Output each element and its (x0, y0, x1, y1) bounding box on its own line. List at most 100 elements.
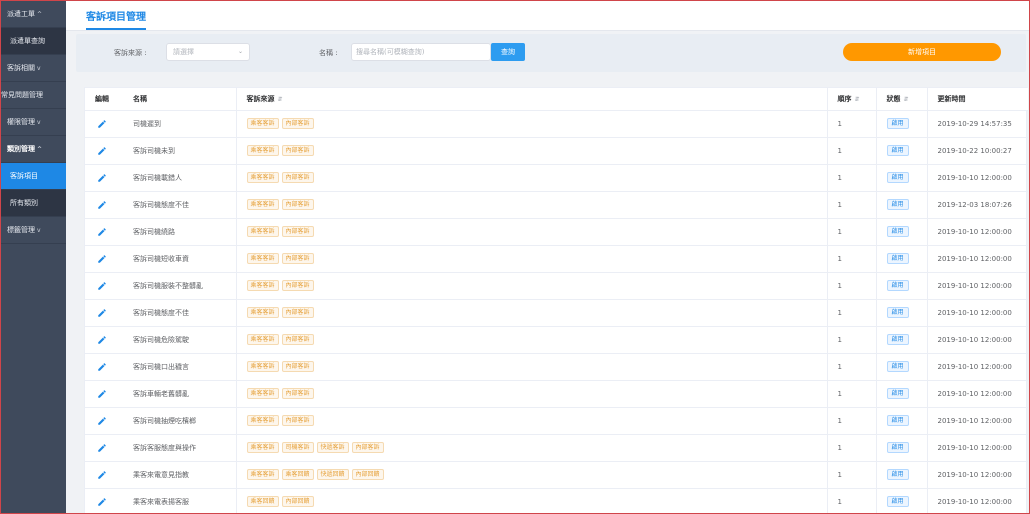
column-header-order[interactable]: 順序 ⇵ (826, 88, 876, 111)
sidebar-item-complaint-items[interactable]: 客訴項目 (1, 163, 66, 190)
name-filter-label: 名稱 : (319, 49, 338, 57)
sidebar-item-faq[interactable]: 常見問題管理 (1, 82, 66, 109)
updated-cell: 2019-12-03 18:07:26 (926, 191, 1028, 219)
source-tag: 內部客訴 (281, 253, 314, 264)
pencil-icon[interactable] (97, 362, 107, 372)
sidebar-item-label: 常見問題管理 (1, 91, 43, 99)
pencil-icon[interactable] (97, 308, 107, 318)
column-header-edit: 編輯 (85, 88, 123, 111)
edit-cell (85, 434, 123, 462)
edit-cell (85, 110, 123, 138)
name-cell: 客訴司機危險駕駛 (123, 326, 236, 354)
pencil-icon[interactable] (97, 173, 107, 183)
source-filter-label: 客訴來源 : (114, 49, 147, 57)
pencil-icon[interactable] (97, 335, 107, 345)
source-tag: 司機客訴 (281, 442, 314, 453)
status-badge: 啟用 (886, 415, 909, 426)
pencil-icon[interactable] (97, 227, 107, 237)
chevron-down-icon: v (37, 119, 41, 126)
source-tag: 快遞客訴 (316, 442, 349, 453)
name-cell: 乘客來電意見指教 (123, 461, 236, 489)
pencil-icon[interactable] (97, 119, 107, 129)
sidebar-item-all-categories[interactable]: 所有類別 (1, 190, 66, 217)
source-tag: 乘客客訴 (246, 172, 279, 183)
source-cell: 乘客客訴 乘客回饋 快遞回饋 內部回饋 (235, 461, 827, 489)
edit-cell (85, 191, 123, 219)
status-cell: 啟用 (875, 326, 927, 354)
source-select[interactable]: 請選擇 ⌄ (166, 43, 250, 61)
source-cell: 乘客客訴 內部客訴 (235, 299, 827, 327)
sidebar-item-label: 所有類別 (10, 199, 38, 207)
order-cell: 1 (826, 461, 876, 489)
status-badge: 啟用 (886, 307, 909, 318)
name-cell: 客訴司機抽煙吃檳榔 (123, 407, 236, 435)
name-cell: 客訴司機服裝不整髒亂 (123, 272, 236, 300)
pencil-icon[interactable] (97, 200, 107, 210)
source-cell: 乘客客訴 內部客訴 (235, 380, 827, 408)
edit-cell (85, 218, 123, 246)
table-row: 客訴司機危險駕駛 乘客客訴 內部客訴 1 啟用 2019-10-10 12:00:… (85, 326, 1028, 354)
sidebar-item-dispatch[interactable]: 派遣工單 ^ (1, 1, 66, 28)
source-tag: 快遞回饋 (316, 469, 349, 480)
add-item-button[interactable]: 新增項目 (843, 43, 1001, 61)
source-cell: 乘客客訴 內部客訴 (235, 326, 827, 354)
sidebar-item-permissions[interactable]: 權限管理 v (1, 109, 66, 136)
order-cell: 1 (826, 326, 876, 354)
status-badge: 啟用 (886, 388, 909, 399)
status-cell: 啟用 (875, 272, 927, 300)
order-cell: 1 (826, 164, 876, 192)
main-content: 客訴項目管理 客訴來源 : 請選擇 ⌄ 名稱 : 查詢 新增項目 編輯 (66, 1, 1029, 513)
pencil-icon[interactable] (97, 281, 107, 291)
pencil-icon[interactable] (97, 389, 107, 399)
chevron-up-icon: ^ (37, 146, 43, 153)
source-tag: 乘客回饋 (246, 496, 279, 507)
sort-icon[interactable]: ⇵ (904, 96, 909, 103)
sidebar-item-tags[interactable]: 標籤管理 v (1, 217, 66, 244)
status-badge: 啟用 (886, 145, 909, 156)
sidebar-item-complaints[interactable]: 客訴相關 v (1, 55, 66, 82)
source-tag: 內部客訴 (281, 145, 314, 156)
name-cell: 客訴司機短收車資 (123, 245, 236, 273)
source-tag: 乘客客訴 (246, 280, 279, 291)
updated-cell: 2019-10-10 12:00:00 (926, 407, 1028, 435)
search-button[interactable]: 查詢 (491, 43, 525, 61)
source-tag: 內部客訴 (281, 307, 314, 318)
pencil-icon[interactable] (97, 254, 107, 264)
name-cell: 客訴司機口出穢言 (123, 353, 236, 381)
source-tag: 內部客訴 (281, 361, 314, 372)
pencil-icon[interactable] (97, 443, 107, 453)
table-row: 客訴客服態度與操作 乘客客訴 司機客訴 快遞客訴 內部客訴 1 啟用 2019-10-… (85, 434, 1028, 462)
sidebar-item-categories[interactable]: 類別管理 ^ (1, 136, 66, 163)
name-search-input[interactable] (351, 43, 491, 61)
page-title-tab[interactable]: 客訴項目管理 (86, 8, 146, 30)
source-tag: 內部客訴 (351, 442, 384, 453)
table-row: 客訴司機未到 乘客客訴 內部客訴 1 啟用 2019-10-22 10:00:27 (85, 137, 1028, 165)
pencil-icon[interactable] (97, 146, 107, 156)
column-header-status[interactable]: 狀態 ⇵ (875, 88, 927, 111)
column-header-label: 順序 (837, 94, 852, 103)
sort-icon[interactable]: ⇵ (278, 96, 283, 103)
source-tag: 乘客客訴 (246, 226, 279, 237)
pencil-icon[interactable] (97, 470, 107, 480)
sidebar-item-dispatch-query[interactable]: 派遣單查詢 (1, 28, 66, 55)
order-cell: 1 (826, 245, 876, 273)
updated-cell: 2019-10-10 12:00:00 (926, 272, 1028, 300)
source-cell: 乘客客訴 內部客訴 (235, 272, 827, 300)
name-cell: 客訴司機態度不佳 (123, 299, 236, 327)
edit-cell (85, 461, 123, 489)
table-row: 客訴司機載錯人 乘客客訴 內部客訴 1 啟用 2019-10-10 12:00:0… (85, 164, 1028, 192)
status-badge: 啟用 (886, 172, 909, 183)
source-tag: 乘客客訴 (246, 145, 279, 156)
source-tag: 內部客訴 (281, 199, 314, 210)
pencil-icon[interactable] (97, 416, 107, 426)
source-tag: 內部客訴 (281, 388, 314, 399)
sort-icon[interactable]: ⇵ (855, 96, 860, 103)
column-header-source[interactable]: 客訴來源 ⇵ (235, 88, 827, 111)
pencil-icon[interactable] (97, 497, 107, 507)
status-badge: 啟用 (886, 496, 909, 507)
status-cell: 啟用 (875, 191, 927, 219)
name-cell: 乘客來電表揚客服 (123, 488, 236, 513)
source-tag: 乘客客訴 (246, 118, 279, 129)
updated-cell: 2019-10-10 12:00:00 (926, 245, 1028, 273)
order-cell: 1 (826, 488, 876, 513)
